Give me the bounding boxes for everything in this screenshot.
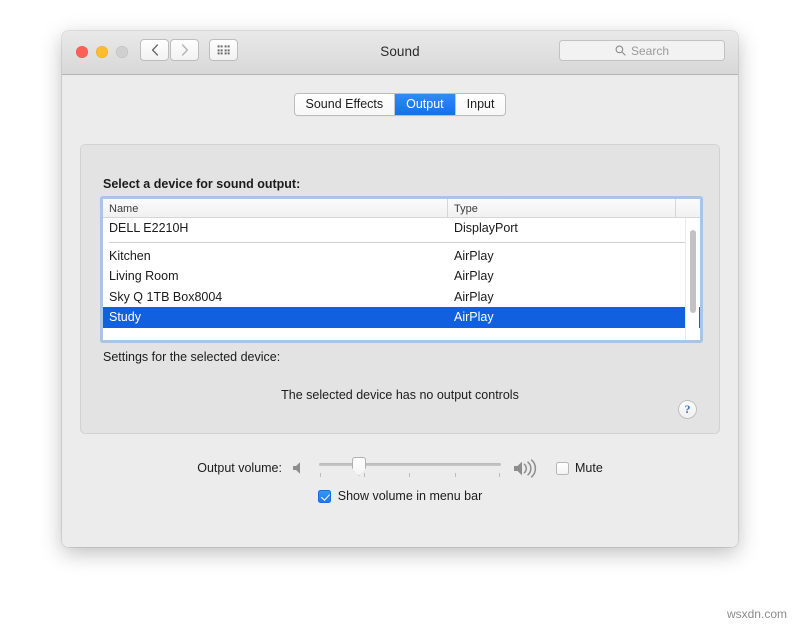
panel-heading: Select a device for sound output:	[103, 177, 300, 191]
table-row[interactable]: Living Room AirPlay	[103, 266, 700, 287]
table-header-row: Name Type	[103, 199, 700, 218]
search-placeholder: Search	[631, 44, 669, 58]
cell-device-type: DisplayPort	[448, 221, 676, 235]
sound-preferences-window: Sound Search Sound Effects Output Input …	[62, 31, 738, 547]
window-titlebar: Sound Search	[62, 31, 738, 75]
device-list-table[interactable]: Name Type DELL E2210H DisplayPort Kitche…	[102, 198, 701, 341]
cell-device-name: DELL E2210H	[103, 221, 448, 235]
cell-device-type: AirPlay	[448, 249, 676, 263]
slider-track[interactable]	[319, 463, 501, 466]
cell-device-name: Living Room	[103, 269, 448, 283]
tab-bar: Sound Effects Output Input	[62, 93, 738, 116]
no-output-controls-message: The selected device has no output contro…	[81, 388, 719, 402]
table-row[interactable]: Sky Q 1TB Box8004 AirPlay	[103, 287, 700, 308]
speaker-high-icon	[512, 459, 542, 478]
tab-output[interactable]: Output	[395, 94, 456, 115]
cell-device-type: AirPlay	[448, 310, 676, 324]
output-settings-panel: Select a device for sound output: Name T…	[80, 144, 720, 434]
search-icon	[615, 45, 626, 56]
output-volume-label: Output volume:	[197, 461, 282, 475]
column-header-type[interactable]: Type	[448, 199, 676, 217]
mute-checkbox-group[interactable]: Mute	[556, 461, 603, 475]
show-volume-menu-bar-checkbox[interactable]	[318, 490, 331, 503]
mute-label: Mute	[575, 461, 603, 475]
output-volume-slider[interactable]	[319, 455, 501, 481]
table-body: DELL E2210H DisplayPort Kitchen AirPlay …	[103, 218, 700, 340]
show-volume-menu-bar-row[interactable]: Show volume in menu bar	[62, 489, 738, 503]
table-row[interactable]: Kitchen AirPlay	[103, 246, 700, 267]
table-row-selected[interactable]: Study AirPlay	[103, 307, 700, 328]
cell-device-name: Sky Q 1TB Box8004	[103, 290, 448, 304]
output-volume-row: Output volume:	[62, 455, 738, 481]
help-button[interactable]: ?	[678, 400, 697, 419]
cell-device-type: AirPlay	[448, 269, 676, 283]
slider-ticks	[319, 473, 501, 479]
show-volume-menu-bar-label: Show volume in menu bar	[338, 489, 483, 503]
mute-checkbox[interactable]	[556, 462, 569, 475]
watermark: wsxdn.com	[727, 607, 787, 621]
cell-device-type: AirPlay	[448, 290, 676, 304]
speaker-low-icon	[291, 460, 308, 476]
search-input[interactable]: Search	[559, 40, 725, 61]
cell-device-name: Kitchen	[103, 249, 448, 263]
window-content: Sound Effects Output Input Select a devi…	[62, 75, 738, 547]
column-header-filler	[676, 199, 700, 217]
settings-heading: Settings for the selected device:	[103, 350, 280, 364]
cell-device-name: Study	[103, 310, 448, 324]
table-scrollbar[interactable]	[685, 218, 699, 340]
tab-sound-effects[interactable]: Sound Effects	[295, 94, 396, 115]
column-header-name[interactable]: Name	[103, 199, 448, 217]
scrollbar-thumb[interactable]	[690, 230, 696, 313]
tab-input[interactable]: Input	[456, 94, 506, 115]
table-row[interactable]: DELL E2210H DisplayPort	[103, 218, 700, 239]
group-separator	[109, 242, 686, 243]
